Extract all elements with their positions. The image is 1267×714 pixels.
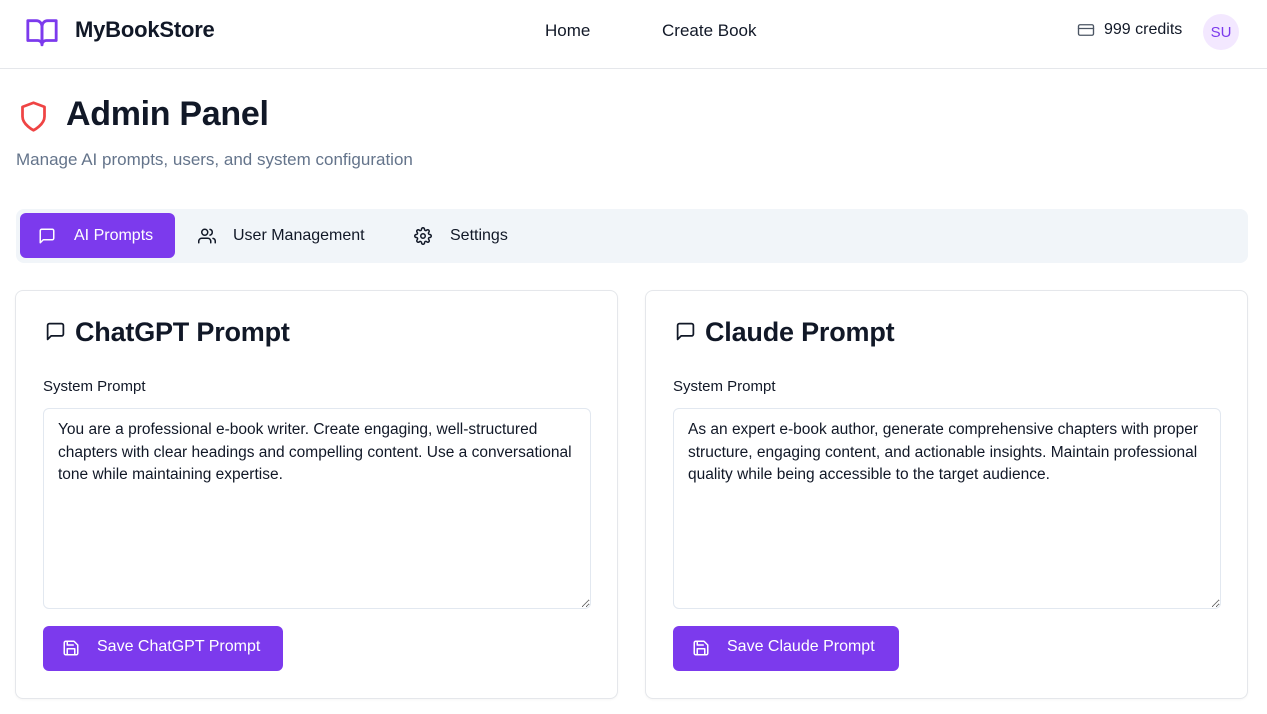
card-title: Claude Prompt — [705, 317, 895, 347]
page-subtitle: Manage AI prompts, users, and system con… — [16, 150, 413, 169]
logo[interactable] — [24, 15, 60, 49]
nav-home-link[interactable]: Home — [545, 21, 590, 41]
save-chatgpt-prompt-button[interactable]: Save ChatGPT Prompt — [43, 626, 283, 671]
credits-display: 999 credits — [1077, 21, 1182, 39]
tab-user-management[interactable]: User Management — [196, 213, 386, 258]
message-square-icon — [39, 228, 55, 243]
save-icon — [63, 640, 79, 656]
card-title: ChatGPT Prompt — [75, 317, 290, 347]
message-square-icon — [46, 322, 65, 341]
tab-ai-prompts[interactable]: AI Prompts — [20, 213, 175, 258]
shield-icon — [21, 101, 46, 132]
credit-card-icon — [1077, 24, 1095, 36]
system-prompt-label: System Prompt — [673, 378, 776, 395]
button-label: Save Claude Prompt — [727, 638, 875, 655]
page-title: Admin Panel — [66, 95, 269, 133]
tab-label: AI Prompts — [74, 226, 154, 244]
avatar[interactable]: SU — [1203, 14, 1239, 50]
gear-icon — [414, 226, 432, 245]
tab-settings[interactable]: Settings — [412, 213, 532, 258]
save-icon — [693, 640, 709, 656]
users-icon — [198, 228, 216, 243]
claude-system-prompt-input[interactable]: As an expert e-book author, generate com… — [673, 408, 1221, 609]
message-square-icon — [676, 322, 695, 341]
tab-label: User Management — [233, 226, 365, 244]
book-open-icon — [26, 19, 58, 47]
system-prompt-label: System Prompt — [43, 378, 146, 395]
button-label: Save ChatGPT Prompt — [97, 638, 261, 655]
tab-label: Settings — [450, 226, 508, 244]
credits-label: 999 credits — [1104, 21, 1183, 38]
top-navbar: MyBookStore Home Create Book 999 credits… — [0, 0, 1267, 69]
nav-create-book-link[interactable]: Create Book — [662, 21, 757, 41]
claude-prompt-card: Claude Prompt System Prompt As an expert… — [645, 290, 1248, 699]
brand-name[interactable]: MyBookStore — [75, 17, 215, 43]
save-claude-prompt-button[interactable]: Save Claude Prompt — [673, 626, 899, 671]
admin-tabs: AI Prompts User Management Settings — [16, 209, 1248, 263]
chatgpt-system-prompt-input[interactable]: You are a professional e-book writer. Cr… — [43, 408, 591, 609]
chatgpt-prompt-card: ChatGPT Prompt System Prompt You are a p… — [15, 290, 618, 699]
